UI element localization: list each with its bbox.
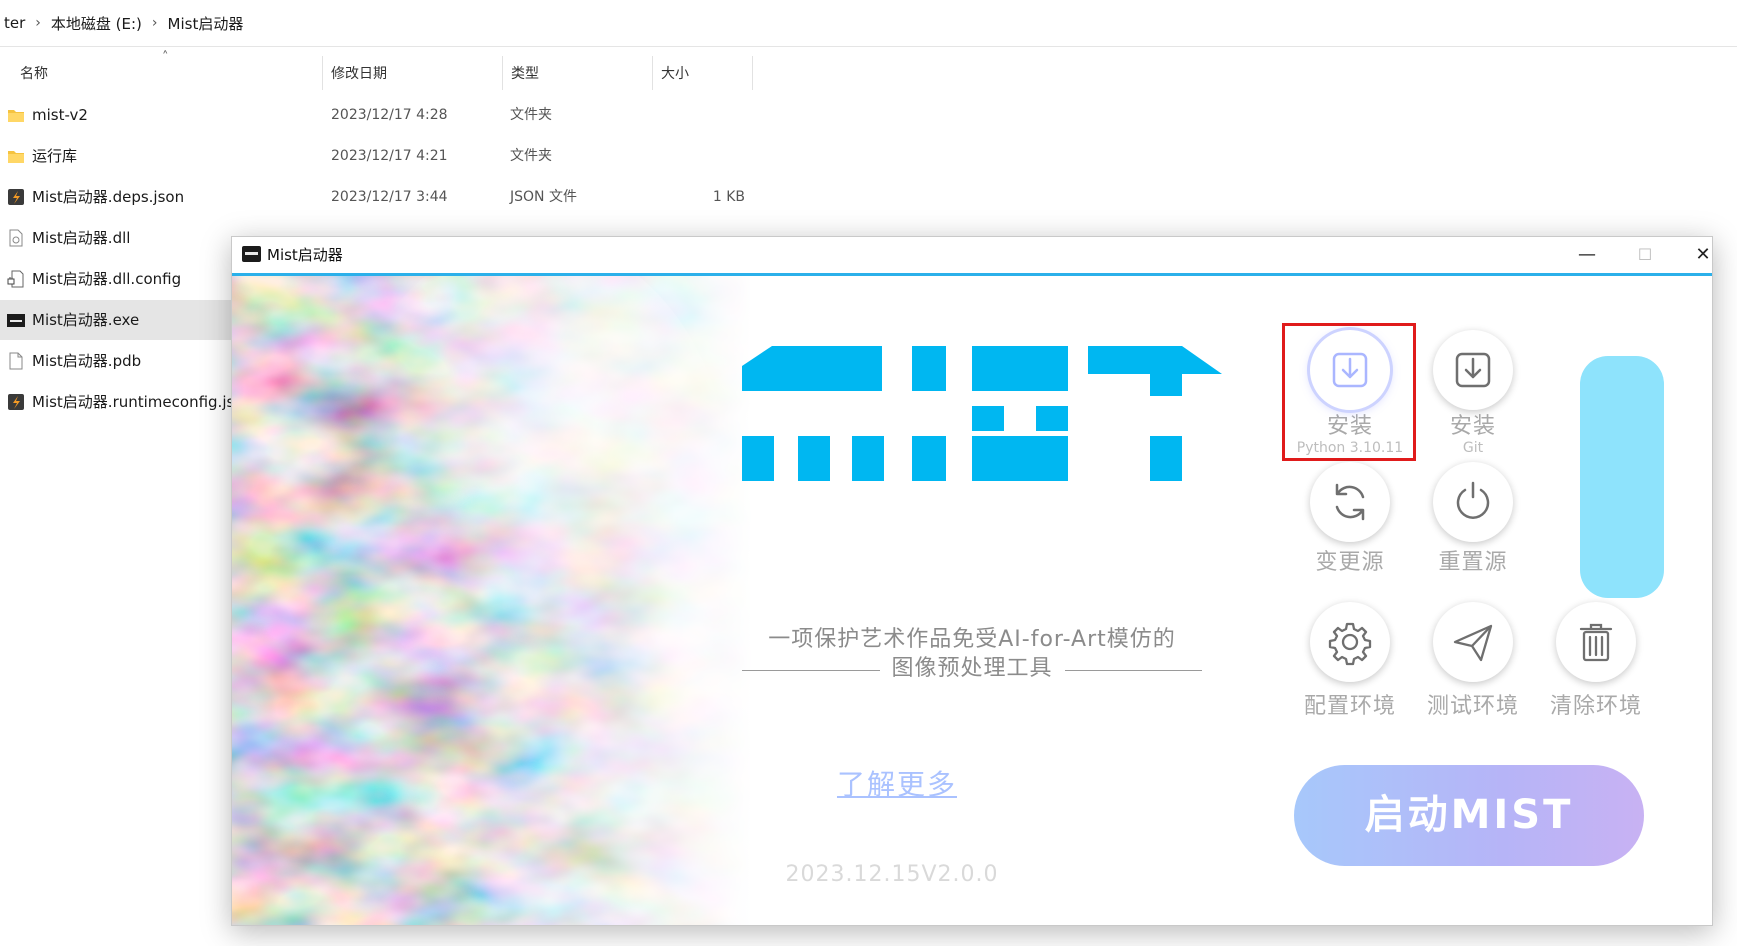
install-python-circle xyxy=(1310,330,1390,410)
file-date: 2023/12/17 3:44 xyxy=(331,189,448,205)
window-title: Mist启动器 xyxy=(267,246,343,264)
file-name: Mist启动器.dll xyxy=(32,229,131,247)
change-source-circle xyxy=(1310,462,1390,542)
dll-file-icon xyxy=(9,229,23,247)
column-header-date[interactable]: 修改日期 xyxy=(323,54,387,94)
json-file-icon xyxy=(8,189,24,205)
sync-icon xyxy=(1335,483,1365,521)
reset-source-button[interactable]: 重置源 xyxy=(1418,462,1528,576)
launch-mist-button[interactable]: 启动MIST xyxy=(1294,765,1644,866)
file-row[interactable]: 运行库 2023/12/17 4:21 文件夹 xyxy=(0,136,760,176)
test-env-button[interactable]: 测试环境 xyxy=(1418,602,1528,720)
tool-label: 重置源 xyxy=(1438,550,1508,575)
json-file-icon xyxy=(8,394,24,410)
divider xyxy=(742,669,880,671)
tagline-subtitle: 图像预处理工具 xyxy=(742,650,1203,682)
artwork-image xyxy=(232,276,752,925)
breadcrumb: ter › 本地磁盘 (E:) › Mist启动器 xyxy=(0,0,1737,47)
file-row[interactable]: mist-v2 2023/12/17 4:28 文件夹 xyxy=(0,95,760,135)
install-git-button[interactable]: 安装 Git xyxy=(1418,330,1528,456)
configure-env-button[interactable]: 配置环境 xyxy=(1295,602,1405,720)
column-header-name[interactable]: 名称 xyxy=(12,54,48,94)
close-button[interactable]: ✕ xyxy=(1678,237,1712,273)
reset-source-circle xyxy=(1433,462,1513,542)
sort-caret-icon: ˄ xyxy=(162,50,169,65)
tagline-subtitle-text: 图像预处理工具 xyxy=(891,656,1053,681)
test-env-circle xyxy=(1433,602,1513,682)
folder-icon xyxy=(8,151,24,163)
change-source-button[interactable]: 变更源 xyxy=(1295,462,1405,576)
learn-more-link[interactable]: 了解更多 xyxy=(832,763,962,803)
column-header-size[interactable]: 大小 xyxy=(653,54,689,94)
tool-sublabel: Python 3.10.11 xyxy=(1296,440,1404,456)
tool-label: 清除环境 xyxy=(1549,694,1642,719)
tagline: 一项保护艺术作品免受AI-for-Art模仿的 xyxy=(768,627,1176,652)
tool-label: 安装 xyxy=(1449,414,1496,439)
config-file-icon xyxy=(7,270,24,288)
file-type: 文件夹 xyxy=(510,107,552,123)
reset-icon xyxy=(1456,481,1490,519)
tool-label: 测试环境 xyxy=(1426,694,1519,719)
breadcrumb-item[interactable]: 本地磁盘 (E:) xyxy=(47,13,146,34)
tool-label: 变更源 xyxy=(1315,550,1385,575)
paper-plane-icon xyxy=(1453,624,1493,662)
tool-sublabel: Git xyxy=(1462,440,1484,456)
chevron-right-icon: › xyxy=(35,15,41,31)
folder-icon xyxy=(8,110,24,122)
file-date: 2023/12/17 4:28 xyxy=(331,107,448,123)
file-name: Mist启动器.pdb xyxy=(32,352,142,370)
launcher-window: Mist启动器 — ☐ ✕ 一项保护艺术作品免受AI-for-Art模仿的 图像… xyxy=(231,236,1713,926)
column-header-type[interactable]: 类型 xyxy=(503,54,539,94)
file-date: 2023/12/17 4:21 xyxy=(331,148,448,164)
file-name: Mist启动器.deps.json xyxy=(32,188,185,206)
configure-env-circle xyxy=(1310,602,1390,682)
trash-icon xyxy=(1579,623,1613,662)
clear-env-button[interactable]: 清除环境 xyxy=(1541,602,1651,720)
file-type: 文件夹 xyxy=(510,148,552,164)
breadcrumb-item[interactable]: Mist启动器 xyxy=(164,13,248,34)
clear-env-circle xyxy=(1556,602,1636,682)
exe-file-icon xyxy=(7,314,25,327)
title-bar[interactable]: Mist启动器 — ☐ ✕ xyxy=(232,237,1712,276)
file-row[interactable]: Mist启动器.deps.json 2023/12/17 3:44 JSON 文… xyxy=(0,177,760,217)
file-name: Mist启动器.runtimeconfig.js xyxy=(32,393,235,411)
column-divider[interactable] xyxy=(752,56,753,90)
file-name: Mist启动器.exe xyxy=(32,311,140,329)
chevron-right-icon: › xyxy=(151,15,158,31)
install-git-circle xyxy=(1433,330,1513,410)
gear-icon xyxy=(1328,622,1372,666)
file-name: Mist启动器.dll.config xyxy=(32,270,182,288)
tool-label: 安装 xyxy=(1326,414,1373,439)
file-name: mist-v2 xyxy=(32,106,88,124)
file-size: 1 KB xyxy=(712,189,745,205)
launcher-content: 一项保护艺术作品免受AI-for-Art模仿的 图像预处理工具 了解更多 202… xyxy=(232,276,1712,925)
column-headers: 名称 修改日期 类型 大小 xyxy=(0,54,760,94)
file-name: 运行库 xyxy=(32,147,78,165)
app-icon xyxy=(242,246,261,262)
file-type: JSON 文件 xyxy=(510,189,577,205)
tool-label: 配置环境 xyxy=(1303,694,1396,719)
breadcrumb-item[interactable]: ter xyxy=(0,14,29,32)
maximize-button[interactable]: ☐ xyxy=(1620,237,1670,273)
install-python-button[interactable]: 安装 Python 3.10.11 xyxy=(1295,330,1405,456)
version-text: 2023.12.15V2.0.0 xyxy=(785,862,999,887)
pdb-file-icon xyxy=(9,352,23,370)
mist-logo xyxy=(742,346,1222,481)
download-icon xyxy=(1455,352,1491,388)
progress-indicator xyxy=(1580,356,1664,598)
divider xyxy=(1064,669,1203,671)
download-icon xyxy=(1332,352,1368,388)
minimize-button[interactable]: — xyxy=(1562,237,1612,273)
